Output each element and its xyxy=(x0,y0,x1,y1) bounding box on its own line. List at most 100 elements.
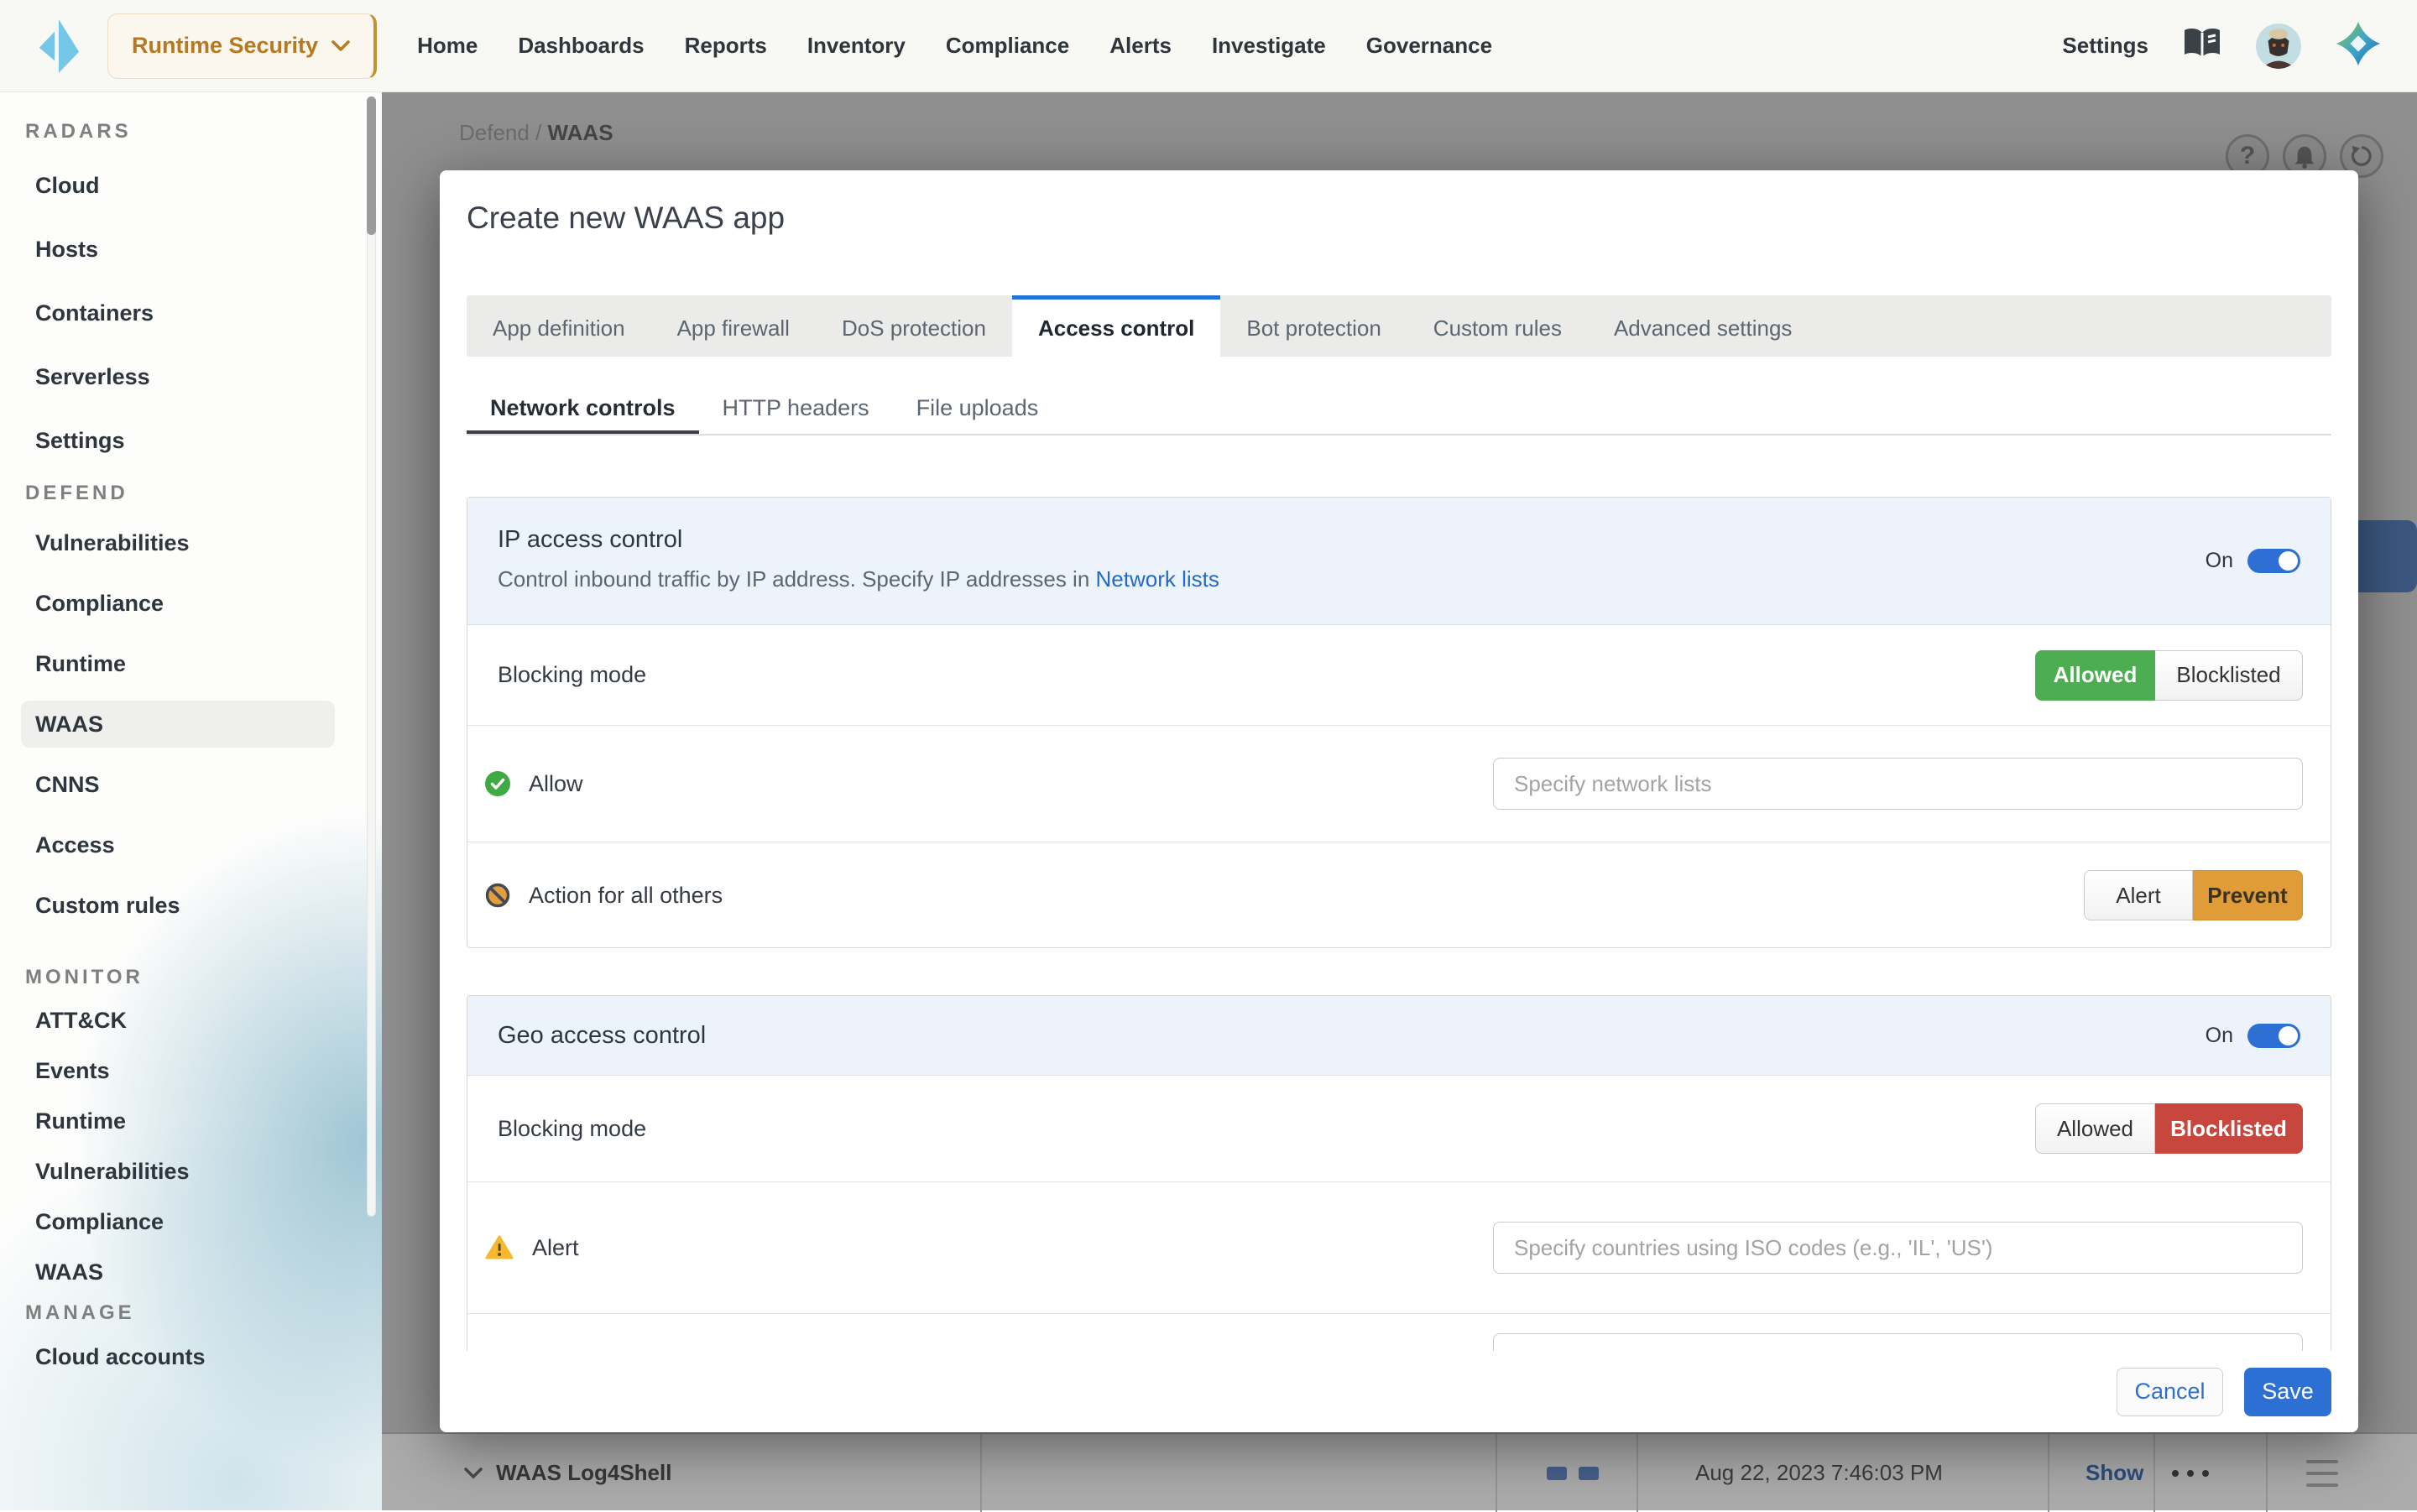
table-column-divider xyxy=(1496,1434,1497,1512)
ip-blocking-mode-segment: Allowed Blocklisted xyxy=(2035,650,2303,701)
sidebar-item-runtime[interactable]: Runtime xyxy=(0,633,382,694)
ip-mode-blocklisted-button[interactable]: Blocklisted xyxy=(2155,650,2303,701)
geo-blocking-mode-row: Blocking mode Allowed Blocklisted xyxy=(467,1076,2331,1181)
app-logo-icon[interactable] xyxy=(34,16,82,76)
tab-app-definition[interactable]: App definition xyxy=(467,295,651,357)
create-waas-app-modal: Create new WAAS app App definition App f… xyxy=(440,170,2358,1432)
tab-dos-protection[interactable]: DoS protection xyxy=(816,295,1012,357)
docs-book-icon[interactable] xyxy=(2182,26,2222,65)
sidebar-item-cnns[interactable]: CNNS xyxy=(0,754,382,815)
sidebar-item-custom-rules[interactable]: Custom rules xyxy=(0,875,382,936)
sidebar-item-vulnerabilities[interactable]: Vulnerabilities xyxy=(0,513,382,573)
breadcrumb-parent[interactable]: Defend xyxy=(459,120,530,145)
user-avatar[interactable] xyxy=(2256,23,2301,69)
nav-item-inventory[interactable]: Inventory xyxy=(807,33,906,59)
ip-allow-network-lists-input[interactable] xyxy=(1493,758,2303,810)
ip-card-description: Control inbound traffic by IP address. S… xyxy=(498,566,2300,592)
nav-item-dashboards[interactable]: Dashboards xyxy=(518,33,644,59)
row-date: Aug 22, 2023 7:46:03 PM xyxy=(1695,1434,1943,1512)
sidebar-item-access[interactable]: Access xyxy=(0,815,382,875)
geo-alert-row: Alert xyxy=(467,1181,2331,1313)
sidebar-scrollbar-track[interactable] xyxy=(367,96,376,1217)
ip-action-prevent-button[interactable]: Prevent xyxy=(2193,870,2303,920)
nav-item-governance[interactable]: Governance xyxy=(1366,33,1492,59)
sidebar-section-label: RADARS xyxy=(0,119,382,144)
ip-toggle-group: On xyxy=(2206,498,2300,624)
ip-access-toggle[interactable] xyxy=(2247,549,2300,573)
background-table-row: WAAS Log4Shell Aug 22, 2023 7:46:03 PM S… xyxy=(382,1432,2417,1510)
row-actions-ellipsis-icon xyxy=(2168,1434,2213,1512)
sidebar-item-compliance-monitor[interactable]: Compliance xyxy=(0,1197,382,1247)
nav-item-reports[interactable]: Reports xyxy=(685,33,767,59)
subtab-file-uploads[interactable]: File uploads xyxy=(893,382,1062,434)
geo-blocking-mode-label: Blocking mode xyxy=(498,1116,646,1142)
sidebar-item-cloud-accounts[interactable]: Cloud accounts xyxy=(0,1332,382,1382)
geo-blocking-mode-segment: Allowed Blocklisted xyxy=(2035,1103,2303,1154)
breadcrumb-current: WAAS xyxy=(548,120,613,145)
table-column-divider xyxy=(1637,1434,1638,1512)
sidebar-item-waas[interactable]: WAAS xyxy=(21,701,335,748)
nav-item-settings[interactable]: Settings xyxy=(2062,33,2148,59)
nav-item-home[interactable]: Home xyxy=(417,33,478,59)
row-menu-icon xyxy=(2306,1434,2338,1512)
subtab-network-controls[interactable]: Network controls xyxy=(467,382,699,434)
save-button[interactable]: Save xyxy=(2244,1368,2331,1416)
product-switcher[interactable]: Runtime Security xyxy=(107,13,377,79)
tab-app-firewall[interactable]: App firewall xyxy=(651,295,816,357)
row-status-icons xyxy=(1547,1434,1599,1512)
tab-access-control[interactable]: Access control xyxy=(1012,295,1220,357)
sidebar-item-containers[interactable]: Containers xyxy=(0,281,382,345)
tab-bot-protection[interactable]: Bot protection xyxy=(1220,295,1407,357)
row-expand-chevron-icon xyxy=(464,1434,483,1512)
table-column-divider xyxy=(2153,1434,2155,1512)
sidebar-item-settings[interactable]: Settings xyxy=(0,409,382,472)
geo-mode-blocklisted-button[interactable]: Blocklisted xyxy=(2155,1103,2303,1154)
table-column-divider xyxy=(980,1434,982,1512)
sidebar-item-compliance[interactable]: Compliance xyxy=(0,573,382,633)
geo-alert-countries-input[interactable] xyxy=(1493,1222,2303,1274)
sidebar: RADARS Cloud Hosts Containers Serverless… xyxy=(0,92,382,1510)
nav-item-compliance[interactable]: Compliance xyxy=(946,33,1069,59)
ip-allow-label: Allow xyxy=(529,771,583,797)
geo-mode-allowed-button[interactable]: Allowed xyxy=(2035,1103,2155,1154)
geo-card-title: Geo access control xyxy=(498,1022,706,1050)
ip-blocking-mode-row: Blocking mode Allowed Blocklisted xyxy=(467,625,2331,725)
geo-access-toggle[interactable] xyxy=(2247,1024,2300,1048)
sidebar-item-serverless[interactable]: Serverless xyxy=(0,345,382,409)
sidebar-item-attck[interactable]: ATT&CK xyxy=(0,995,382,1045)
ip-mode-allowed-button[interactable]: Allowed xyxy=(2035,650,2155,701)
row-show-link: Show xyxy=(2086,1434,2143,1512)
ip-action-segment: Alert Prevent xyxy=(2084,870,2303,920)
top-right-cluster: Settings xyxy=(2062,20,2382,71)
sidebar-item-vulnerabilities-monitor[interactable]: Vulnerabilities xyxy=(0,1146,382,1197)
breadcrumb-separator: / xyxy=(535,120,541,145)
ip-card-title: IP access control xyxy=(498,498,2300,554)
nav-item-alerts[interactable]: Alerts xyxy=(1109,33,1172,59)
geo-alert-label: Alert xyxy=(532,1235,579,1261)
warning-icon xyxy=(485,1235,514,1260)
geo-card-header: Geo access control On xyxy=(467,996,2331,1076)
sidebar-item-waas-monitor[interactable]: WAAS xyxy=(0,1247,382,1297)
nav-item-investigate[interactable]: Investigate xyxy=(1212,33,1326,59)
status-badge xyxy=(1547,1467,1567,1480)
prohibited-icon xyxy=(485,881,510,910)
chevron-down-icon xyxy=(331,40,350,51)
geo-next-row-partial xyxy=(467,1313,2331,1353)
status-badge xyxy=(1579,1467,1599,1480)
help-glyph: ? xyxy=(2240,142,2255,170)
background-primary-button-fragment xyxy=(2358,520,2417,592)
sidebar-item-runtime-monitor[interactable]: Runtime xyxy=(0,1096,382,1146)
network-lists-link[interactable]: Network lists xyxy=(1096,566,1219,592)
modal-title: Create new WAAS app xyxy=(467,201,2331,236)
subtab-http-headers[interactable]: HTTP headers xyxy=(699,382,893,434)
sidebar-item-events[interactable]: Events xyxy=(0,1045,382,1096)
ip-action-alert-button[interactable]: Alert xyxy=(2084,870,2193,920)
sidebar-scrollbar-thumb[interactable] xyxy=(367,96,376,235)
prisma-cloud-logo-icon[interactable] xyxy=(2335,20,2382,71)
sidebar-item-hosts[interactable]: Hosts xyxy=(0,217,382,281)
sidebar-item-cloud[interactable]: Cloud xyxy=(0,154,382,217)
tab-advanced-settings[interactable]: Advanced settings xyxy=(1588,295,1818,357)
cancel-button[interactable]: Cancel xyxy=(2117,1368,2223,1416)
top-bar: Runtime Security Home Dashboards Reports… xyxy=(0,0,2417,92)
tab-custom-rules[interactable]: Custom rules xyxy=(1407,295,1588,357)
